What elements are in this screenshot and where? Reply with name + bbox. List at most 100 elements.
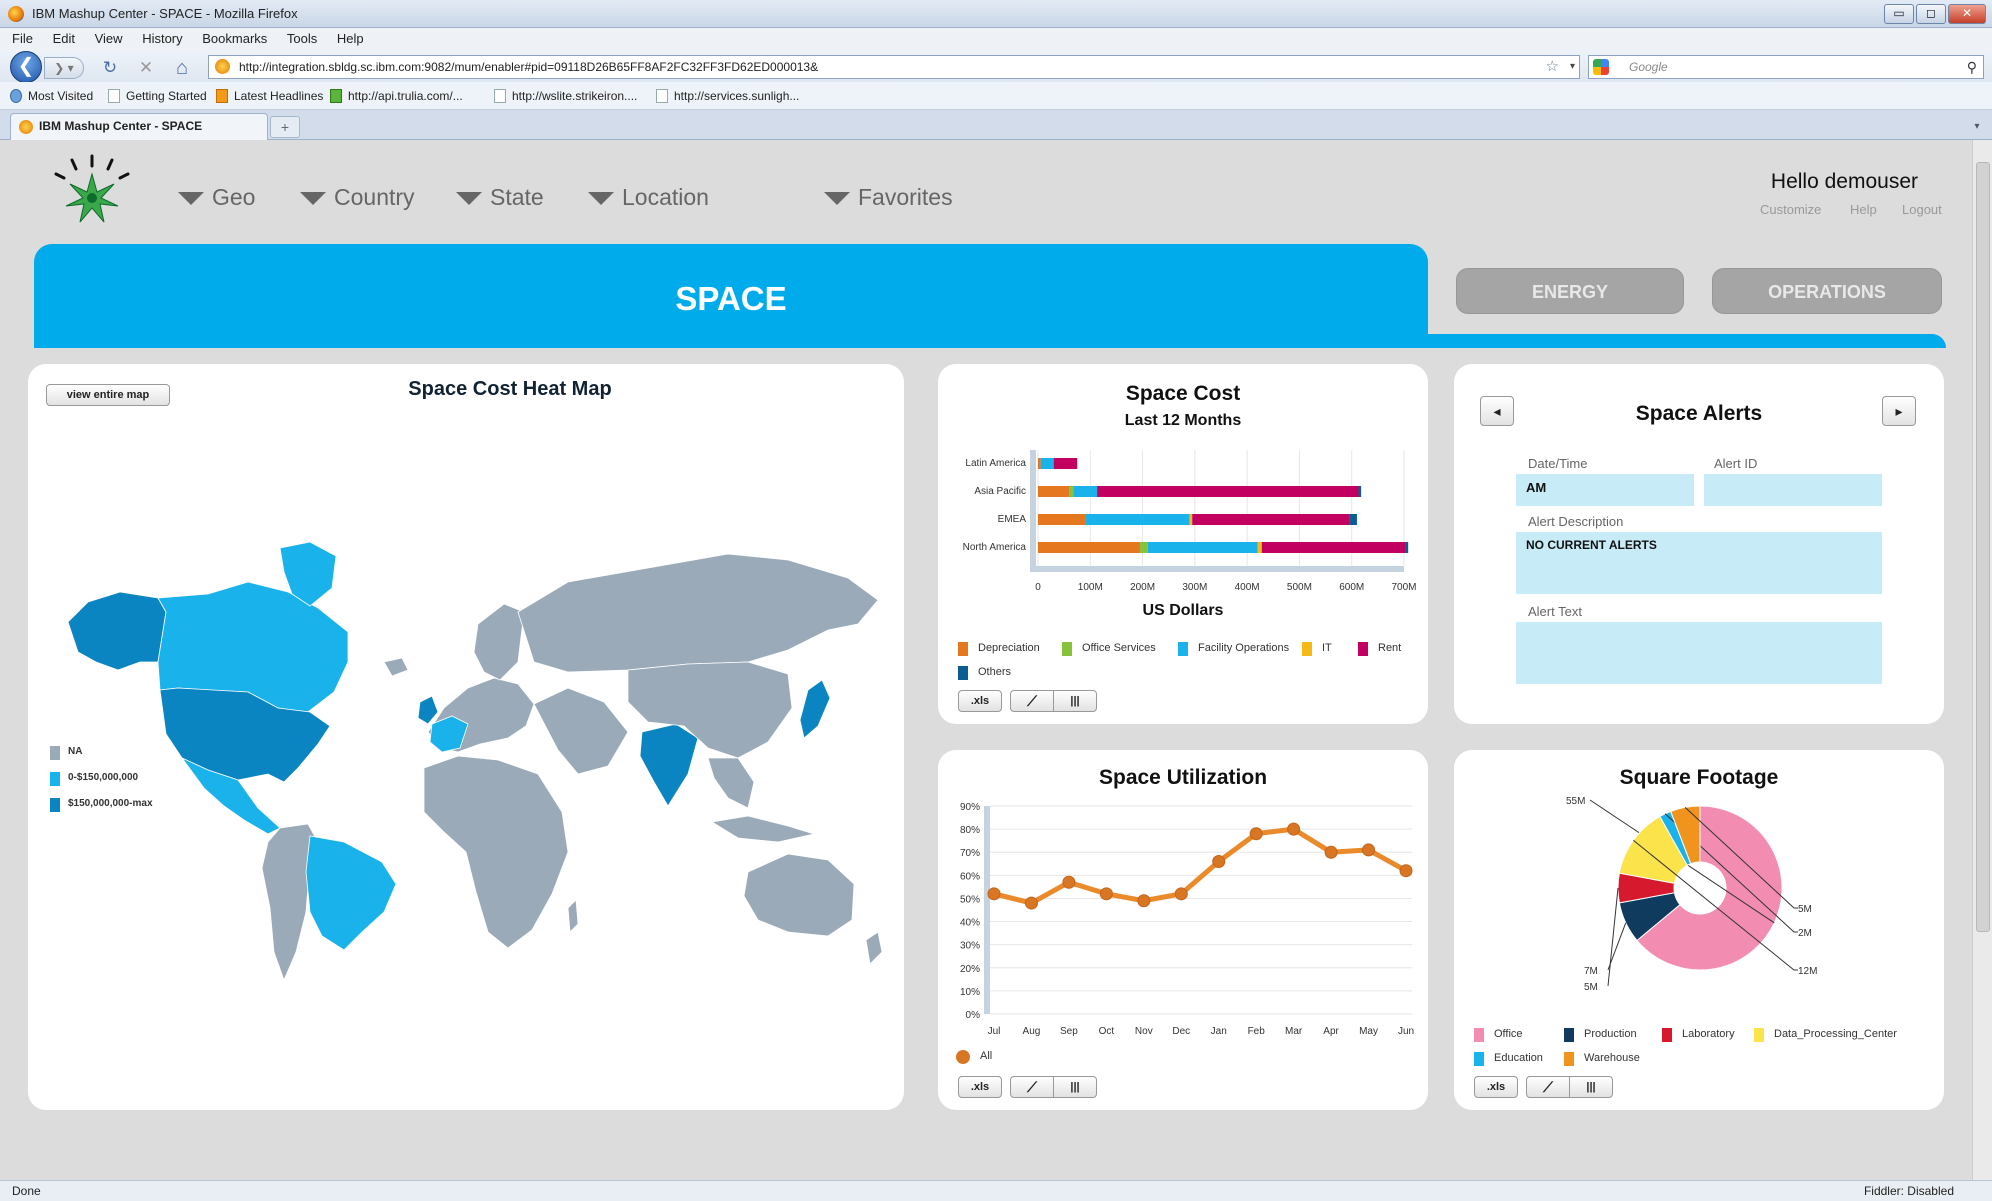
world-map[interactable] [48,512,888,982]
search-icon[interactable]: ⚲ [1967,56,1977,78]
menu-view[interactable]: View [95,31,123,46]
minimize-button[interactable]: ▭ [1884,4,1914,24]
tab-ibm-mashup-center[interactable]: IBM Mashup Center - SPACE [10,113,268,140]
bookmark-sunlight[interactable]: http://services.sunligh... [656,82,799,110]
customize-link[interactable]: Customize [1760,202,1821,217]
space-cost-chart[interactable]: 0 100M 200M 300M 400M 500M 600M 700M Latin Ameri… [938,444,1428,594]
alert-description-field: NO CURRENT ALERTS [1516,532,1882,594]
cost-bar-segment [1147,542,1258,553]
maximize-button[interactable]: ◻ [1916,4,1946,24]
cost-tick-label: 300M [1182,582,1207,593]
date-time-field: AM [1516,474,1694,506]
fiddler-status: Fiddler: Disabled [1863,1184,1954,1198]
menu-help[interactable]: Help [337,31,364,46]
table-view-toggle-icon[interactable]: ||| [1569,1076,1613,1098]
tab-operations[interactable]: OPERATIONS [1712,268,1942,314]
line-chart-toggle-icon[interactable]: ⟋ [1526,1076,1570,1098]
footage-legend-warehouse-swatch [1564,1052,1574,1066]
square-footage-title: Square Footage [1619,766,1779,789]
url-history-dropdown-icon[interactable]: ▾ [1570,56,1575,78]
most-visited-icon [10,89,22,103]
bookmark-latest-headlines[interactable]: Latest Headlines [216,82,323,110]
home-icon[interactable]: ⌂ [172,58,192,78]
menu-edit[interactable]: Edit [53,31,75,46]
menu-history[interactable]: History [142,31,182,46]
bookmark-trulia[interactable]: http://api.trulia.com/... [330,82,463,110]
util-tick-label: 50% [960,894,980,905]
menu-tools[interactable]: Tools [287,31,317,46]
nav-state[interactable]: State [456,184,544,211]
line-chart-toggle-icon[interactable]: ⟋ [1010,1076,1054,1098]
cost-legend-it-swatch [1302,642,1312,656]
bookmark-star-icon[interactable]: ☆ [1546,56,1559,78]
bookmark-strikeiron[interactable]: http://wslite.strikeiron.... [494,82,637,110]
util-tick-label: 90% [960,802,980,813]
stop-icon[interactable]: ✕ [136,58,156,78]
vertical-scrollbar[interactable] [1972,140,1992,1180]
util-axis-band [984,806,990,1014]
util-tick-label: 60% [960,871,980,882]
nav-geo[interactable]: Geo [178,184,255,211]
menu-bookmarks[interactable]: Bookmarks [202,31,267,46]
util-tick-label: 80% [960,825,980,836]
alerts-next-button[interactable]: ▸ [1882,396,1916,426]
nav-favorites[interactable]: Favorites [824,184,953,211]
back-button[interactable]: ❮ [10,51,42,83]
google-search-engine-icon[interactable] [1593,59,1609,75]
bookmark-getting-started[interactable]: Getting Started [108,82,207,110]
util-series-line [993,826,1408,906]
nav-country[interactable]: Country [300,184,415,211]
legend-na: NA [68,746,83,757]
search-placeholder: Google [1629,60,1668,74]
page-content: Geo Country State Location Favorites Hel… [6,140,1972,1180]
new-tab-button[interactable]: + [270,116,300,138]
firefox-icon [8,6,24,22]
bookmark-most-visited[interactable]: Most Visited [10,82,93,110]
export-xls-button[interactable]: .xls [958,690,1002,712]
footage-data-label: 55M [1566,796,1585,807]
footage-legend-data_processing_center-swatch [1754,1028,1764,1042]
footage-legend-education: Education [1494,1052,1543,1064]
menu-file[interactable]: File [12,31,33,46]
close-window-button[interactable]: ✕ [1948,4,1986,24]
cost-axis-band-bottom [1036,566,1404,572]
util-data-point [1287,822,1301,836]
cost-category-label: North America [963,542,1027,553]
tab-energy[interactable]: ENERGY [1456,268,1684,314]
export-xls-button[interactable]: .xls [1474,1076,1518,1098]
window-titlebar: IBM Mashup Center - SPACE - Mozilla Fire… [0,0,1992,28]
table-view-toggle-icon[interactable]: ||| [1053,1076,1097,1098]
cost-bar-segment [1349,514,1357,525]
help-link[interactable]: Help [1850,202,1877,217]
nav-location[interactable]: Location [588,184,709,211]
map-russia [517,553,879,673]
reload-icon[interactable]: ↻ [100,58,120,78]
line-chart-toggle-icon[interactable]: ⟋ [1010,690,1054,712]
cost-bar-segment [1405,542,1409,553]
alert-id-label: Alert ID [1714,456,1758,471]
export-xls-button[interactable]: .xls [958,1076,1002,1098]
logout-link[interactable]: Logout [1902,202,1942,217]
space-utilization-chart[interactable]: 0% 10% 20% 30% 40% 50% 60% 70% 80% 90% Jul Aug Sep Oc… [938,796,1428,1044]
cost-legend-office-services: Office Services [1082,642,1156,654]
cost-legend-depreciation: Depreciation [978,642,1040,654]
forward-button[interactable]: ❯ ▾ [44,57,84,79]
url-text: http://integration.sbldg.sc.ibm.com:9082… [239,60,819,74]
tab-list-icon[interactable]: ▾ [1968,118,1986,136]
table-view-toggle-icon[interactable]: ||| [1053,690,1097,712]
util-tick-label: 70% [960,848,980,859]
footage-data-label: 2M [1798,928,1812,939]
url-input[interactable]: http://integration.sbldg.sc.ibm.com:9082… [208,55,1580,79]
dropdown-arrow-icon [300,192,326,206]
util-legend-all: All [980,1050,993,1062]
square-footage-panel: Square Footage 55M 7M 5M 12M 2M 5M Office Prod… [1454,750,1944,1110]
scrollbar-thumb[interactable] [1976,162,1990,932]
util-data-point [1174,887,1188,901]
map-new-zealand [865,931,883,965]
square-footage-chart[interactable]: 55M 7M 5M 12M 2M 5M [1454,796,1944,1026]
search-input[interactable]: Google ⚲ [1588,55,1984,79]
map-uk [417,695,439,725]
space-cost-subtitle: Last 12 Months [1124,412,1242,429]
cost-tick-label: 0 [1035,582,1041,593]
alert-description-label: Alert Description [1528,514,1624,529]
